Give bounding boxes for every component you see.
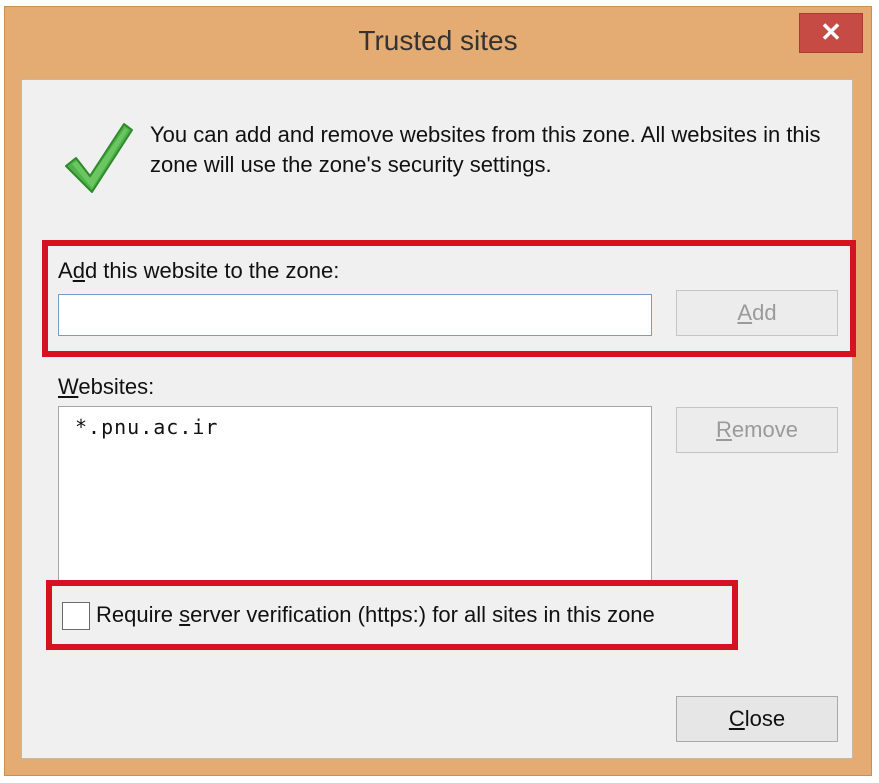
zone-description: You can add and remove websites from thi…: [150, 122, 821, 177]
add-label-post: d this website to the zone:: [84, 258, 340, 283]
add-button-rest: dd: [752, 300, 777, 325]
check-icon: [65, 123, 133, 193]
title-bar[interactable]: Trusted sites ✕: [5, 7, 871, 79]
trusted-sites-dialog: Trusted sites ✕ You can add and remove w…: [4, 6, 872, 776]
require-https-checkbox[interactable]: [62, 602, 90, 630]
add-button-mnemonic: A: [737, 300, 753, 325]
dialog-title: Trusted sites: [358, 25, 518, 56]
add-label-mnemonic: d: [72, 258, 85, 283]
verify-label-post: erver verification (https:) for all site…: [190, 602, 655, 627]
websites-label-mnemonic: W: [58, 374, 79, 399]
require-https-label[interactable]: Require server verification (https:) for…: [96, 602, 655, 628]
close-icon: ✕: [820, 17, 842, 47]
websites-list[interactable]: *.pnu.ac.ir: [58, 406, 652, 584]
close-button[interactable]: Close: [676, 696, 838, 742]
close-button-rest: lose: [744, 706, 786, 731]
website-url-input[interactable]: [58, 294, 652, 336]
websites-label: Websites:: [58, 374, 154, 400]
list-item[interactable]: *.pnu.ac.ir: [75, 415, 218, 439]
remove-button-mnemonic: R: [716, 417, 732, 442]
add-website-label: Add this website to the zone:: [58, 258, 339, 284]
remove-button-rest: emove: [731, 417, 798, 442]
add-label-pre: A: [58, 258, 73, 283]
verify-label-mnemonic: s: [179, 602, 191, 627]
dialog-content: You can add and remove websites from thi…: [21, 79, 856, 759]
add-button[interactable]: Add: [676, 290, 838, 336]
verify-label-pre: Require: [96, 602, 180, 627]
close-window-button[interactable]: ✕: [799, 13, 863, 53]
websites-label-rest: ebsites:: [78, 374, 155, 399]
remove-button[interactable]: Remove: [676, 407, 838, 453]
close-button-mnemonic: C: [728, 706, 745, 731]
